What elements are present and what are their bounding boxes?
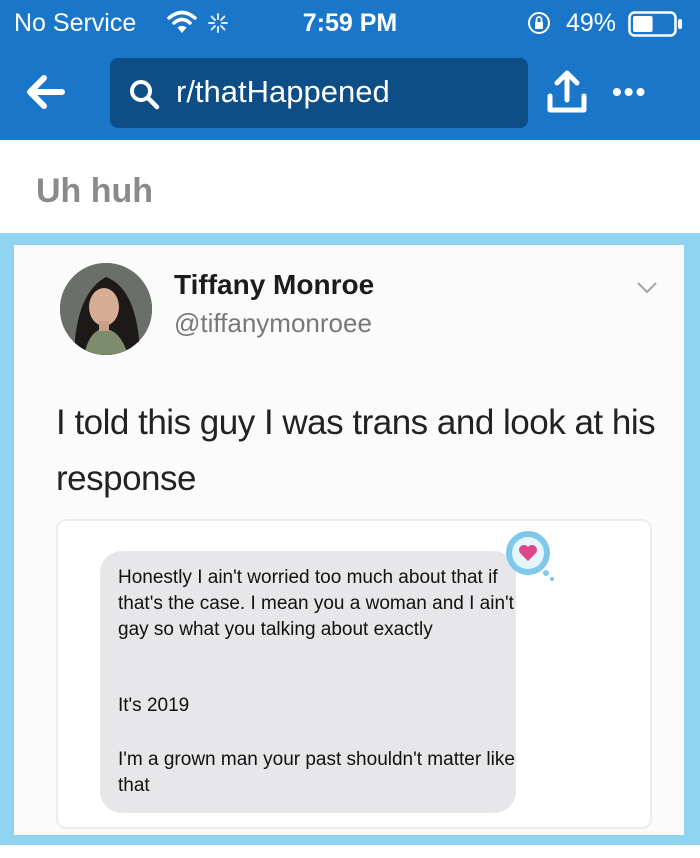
user-handle: @tiffanymonroee [174,308,372,338]
search-input[interactable]: r/thatHappened [110,58,528,128]
heart-reaction-icon [506,531,554,581]
search-query-text: r/thatHappened [176,74,390,109]
back-arrow-icon[interactable] [22,68,70,116]
message-screenshot: Honestly I ain't worried too much about … [56,519,652,829]
share-icon[interactable] [545,68,589,116]
message-bubble: Honestly I ain't worried too much about … [100,551,516,813]
post-image[interactable]: Tiffany Monroe @tiffanymonroee I told th… [0,233,700,845]
battery-percent: 49% [566,9,617,37]
search-icon [130,80,160,110]
status-bar: No Service 7:59 PM 49% [0,0,700,46]
app-header-background: No Service 7:59 PM 49% r/thatHappened ••… [0,0,700,140]
chevron-down-icon [637,282,657,294]
battery-icon [628,11,682,37]
avatar [60,263,152,355]
message-line: It's 2019 [118,695,190,716]
display-name: Tiffany Monroe [174,269,375,300]
post-title: Uh huh [36,172,154,210]
tweet-text: I told this guy I was trans and look at … [56,403,656,498]
more-icon[interactable]: ••• [612,76,660,107]
tweet-screenshot: Tiffany Monroe @tiffanymonroee I told th… [14,245,684,835]
avatar-portrait-icon [60,263,152,355]
navigation-bar: r/thatHappened ••• [0,46,700,140]
message-line: I'm a grown man your past shouldn't matt… [118,749,515,796]
orientation-lock-icon [528,12,550,34]
message-line: Honestly I ain't worried too much about … [118,567,514,640]
